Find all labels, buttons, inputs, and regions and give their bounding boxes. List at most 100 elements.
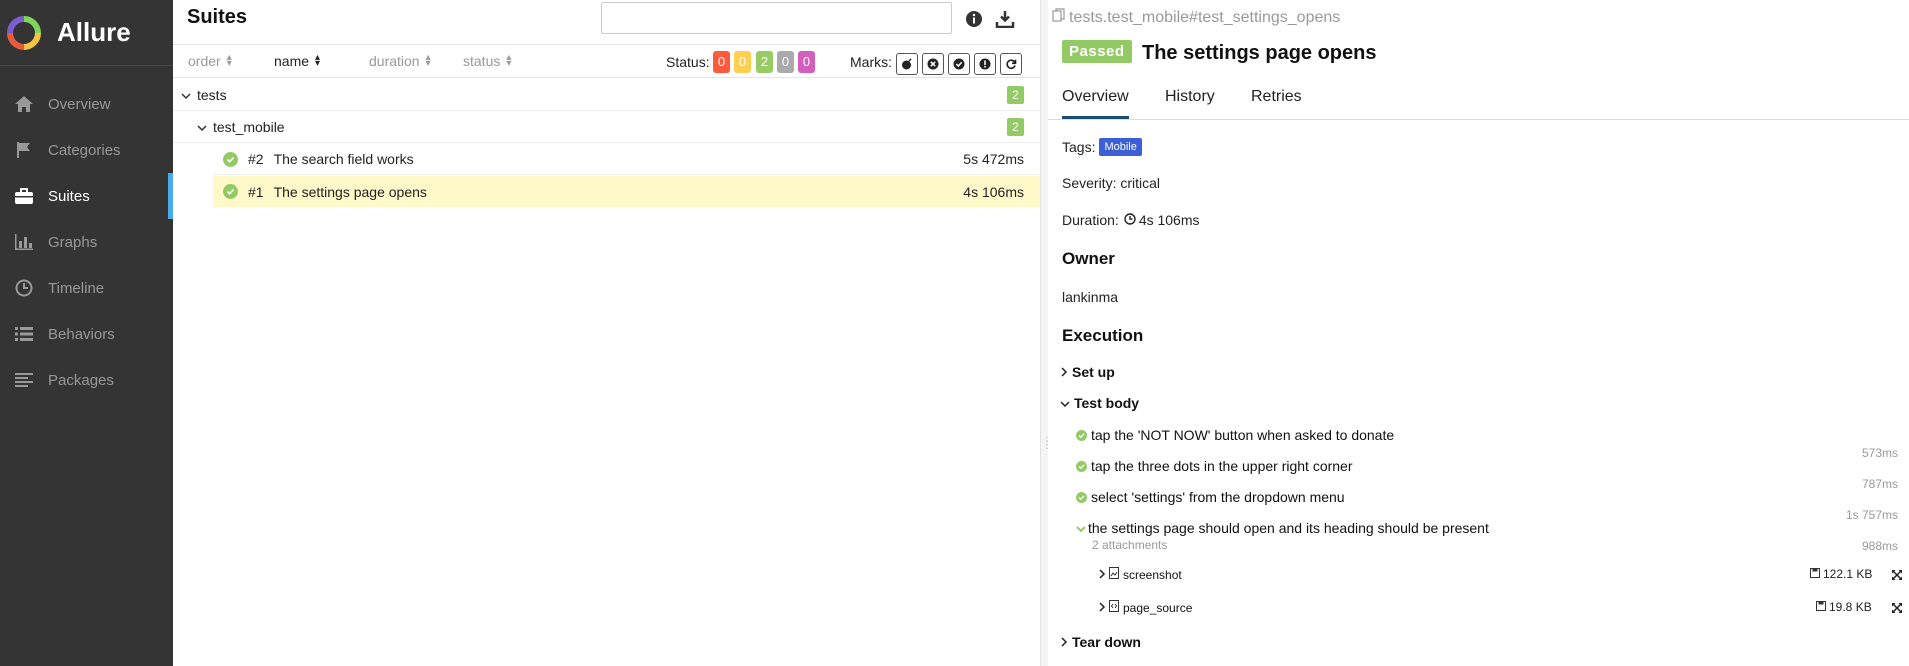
sort-name[interactable]: name ▴ ▾: [274, 52, 321, 70]
step-item[interactable]: tap the three dots in the upper right co…: [1076, 458, 1353, 474]
attachment-size-value: 122.1 KB: [1823, 567, 1873, 581]
sidebar-item-behaviors[interactable]: Behaviors: [0, 311, 173, 357]
step-duration: 1s 757ms: [1845, 508, 1898, 522]
step-item[interactable]: tap the 'NOT NOW' button when asked to d…: [1076, 427, 1394, 443]
test-detail-panel: tests.test_mobile#test_settings_opens Pa…: [1048, 0, 1909, 666]
sidebar-item-packages[interactable]: Packages: [0, 357, 173, 403]
attachment-row[interactable]: page_source: [1098, 600, 1192, 615]
chevron-right-icon: [1098, 568, 1106, 582]
brand[interactable]: Allure: [0, 0, 173, 66]
status-skipped-count[interactable]: 0: [777, 51, 794, 73]
test-name: The search field works: [273, 151, 414, 167]
search-input[interactable]: [601, 2, 952, 34]
brand-name: Allure: [57, 17, 131, 47]
tag-badge: Mobile: [1099, 138, 1142, 156]
attachment-name: page_source: [1123, 600, 1193, 615]
sidebar-item-overview[interactable]: Overview: [0, 81, 173, 127]
sidebar-item-timeline[interactable]: Timeline: [0, 265, 173, 311]
tab-overview[interactable]: Overview: [1062, 88, 1129, 119]
chevron-right-icon: [1060, 634, 1068, 650]
sidebar-item-label: Graphs: [48, 233, 98, 251]
suites-panel: Suites order ▴ ▾ name ▴ ▾ duration ▴ ▾ stat…: [173, 0, 1040, 666]
tree-group-label: tests: [197, 86, 227, 103]
sort-duration[interactable]: duration ▴ ▾: [369, 52, 431, 70]
test-name: The settings page opens: [273, 183, 427, 200]
home-icon: [12, 92, 36, 116]
teardown-section[interactable]: Tear down: [1060, 634, 1141, 650]
sort-order-label: order: [188, 53, 221, 69]
save-icon: [1810, 567, 1820, 581]
detail-tabs: Overview History Retries: [1048, 80, 1909, 120]
step-item-expanded[interactable]: the settings page should open and its he…: [1076, 520, 1489, 536]
sidebar-item-label: Behaviors: [48, 325, 115, 343]
chevron-right-icon: [1060, 364, 1068, 380]
new-failed-mark-icon[interactable]: [922, 53, 944, 75]
new-broken-mark-icon[interactable]: [974, 53, 996, 75]
sidebar-item-suites[interactable]: Suites: [0, 173, 173, 219]
passed-check-icon: [223, 151, 238, 167]
sort-order[interactable]: order ▴ ▾: [188, 52, 232, 70]
attachments-count: 2 attachments: [1092, 538, 1168, 552]
step-name: tap the three dots in the upper right co…: [1091, 458, 1353, 474]
test-row[interactable]: #2 The search field works 5s 472ms: [213, 144, 1040, 175]
sort-status[interactable]: status ▴ ▾: [463, 53, 511, 70]
passed-check-icon: [223, 184, 238, 199]
sort-icon: ▴ ▾: [315, 52, 321, 69]
expand-icon[interactable]: [1891, 601, 1903, 613]
execution-heading: Execution: [1062, 326, 1144, 345]
sidebar-item-graphs[interactable]: Graphs: [0, 219, 173, 265]
sidebar-item-label: Overview: [48, 95, 111, 113]
pane-splitter[interactable]: ⋮ ⋮: [1040, 0, 1052, 666]
flaky-mark-icon[interactable]: [896, 53, 918, 75]
chevron-right-icon: [1098, 601, 1106, 615]
setup-section[interactable]: Set up: [1060, 364, 1115, 380]
bar-chart-icon: [12, 230, 36, 254]
status-unknown-count[interactable]: 0: [798, 51, 815, 73]
new-passed-mark-icon[interactable]: [948, 53, 970, 75]
test-body-section[interactable]: Test body: [1060, 395, 1139, 411]
test-duration: 5s 472ms: [963, 151, 1024, 167]
passed-check-icon: [1076, 429, 1087, 441]
step-name: tap the 'NOT NOW' button when asked to d…: [1091, 427, 1395, 443]
sidebar-item-label: Timeline: [48, 279, 105, 297]
group-count-badge: 2: [1007, 118, 1024, 136]
sort-name-label: name: [274, 53, 310, 69]
tree-group-tests[interactable]: tests 2: [173, 79, 1040, 111]
test-duration: 4s 106ms: [963, 183, 1024, 200]
tree-group-test-mobile[interactable]: test_mobile 2: [173, 111, 1040, 143]
breadcrumb: tests.test_mobile#test_settings_opens: [1052, 8, 1340, 27]
expand-icon[interactable]: [1891, 568, 1903, 580]
status-filter-label: Status:: [666, 54, 710, 70]
tab-retries[interactable]: Retries: [1251, 88, 1302, 116]
attachment-size: 19.8 KB: [1816, 600, 1872, 614]
setup-label: Set up: [1072, 364, 1115, 380]
sort-icon: ▴ ▾: [425, 52, 431, 69]
tab-history[interactable]: History: [1165, 88, 1215, 116]
status-failed-count[interactable]: 0: [713, 51, 730, 73]
owner-value: lankinma: [1062, 289, 1119, 305]
chevron-down-icon: [1076, 520, 1086, 536]
info-icon[interactable]: [963, 8, 985, 30]
clock-icon: [12, 276, 36, 300]
step-duration: 988ms: [1861, 539, 1898, 553]
duration-label: Duration:: [1062, 212, 1119, 228]
attachment-row[interactable]: screenshot: [1098, 567, 1182, 582]
teardown-label: Tear down: [1072, 634, 1141, 650]
download-icon[interactable]: [994, 8, 1016, 30]
retries-mark-icon[interactable]: [1000, 53, 1022, 75]
test-row-selected[interactable]: #1 The settings page opens 4s 106ms: [213, 176, 1040, 207]
chevron-down-icon: [1060, 395, 1070, 411]
copy-icon[interactable]: [1052, 8, 1065, 27]
step-item[interactable]: select 'settings' from the dropdown menu: [1076, 489, 1345, 505]
status-passed-count[interactable]: 2: [756, 51, 773, 73]
test-title: The settings page opens: [1142, 42, 1377, 64]
sort-icon: ▴ ▾: [226, 52, 232, 69]
list-icon: [12, 322, 36, 346]
sidebar-item-categories[interactable]: Categories: [0, 127, 173, 173]
code-file-icon: [1109, 600, 1119, 615]
step-name: the settings page should open and its he…: [1088, 520, 1489, 536]
status-broken-count[interactable]: 0: [734, 51, 751, 73]
duration-row: Duration: 4s 106ms: [1062, 212, 1200, 228]
duration-value: 4s 106ms: [1138, 212, 1200, 228]
tags-row: Tags: Mobile: [1062, 138, 1142, 156]
